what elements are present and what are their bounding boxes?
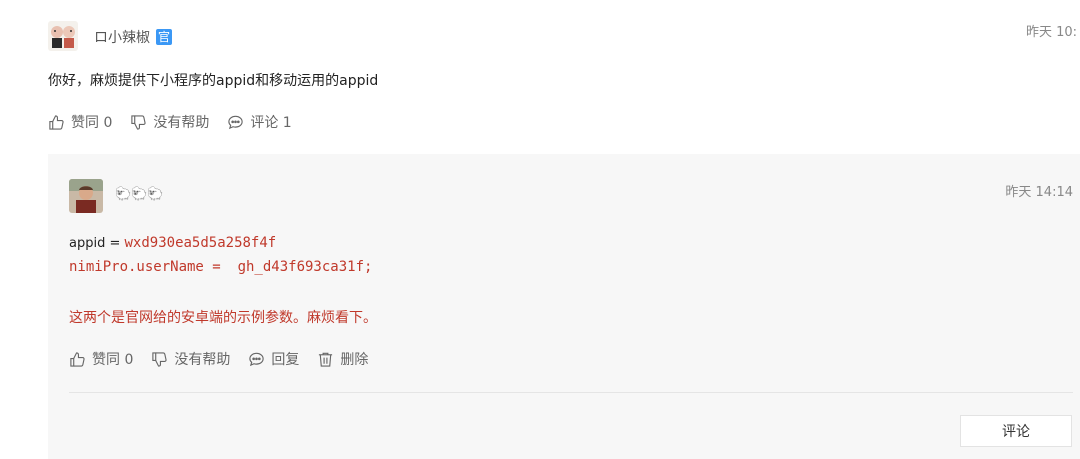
divider (69, 392, 1073, 393)
appid-label: appid = (69, 236, 125, 251)
reply-actions: 赞同 0 没有帮助 回复 删除 (69, 349, 386, 369)
reply-button[interactable]: 回复 (248, 349, 299, 369)
post-content: 你好，麻烦提供下小程序的appid和移动运用的appid (48, 73, 379, 89)
avatar[interactable] (69, 179, 103, 213)
comment-icon (249, 352, 265, 366)
appid-line: appid = wxd930ea5d5a258f4f (69, 231, 1049, 255)
thumbs-up-icon (70, 351, 85, 367)
comment-icon (228, 115, 244, 129)
unhelpful-label: 没有帮助 (153, 115, 210, 131)
delete-button[interactable]: 删除 (317, 349, 368, 369)
like-label: 赞同 0 (92, 352, 134, 368)
reply-note: 这两个是官网给的安卓端的示例参数。麻烦看下。 (69, 310, 377, 326)
author-label: ロ小辣椒 (94, 30, 150, 46)
reply-author-name[interactable]: 🐑🐑🐑 (115, 187, 164, 202)
like-button[interactable]: 赞同 0 (69, 349, 133, 369)
post-actions: 赞同 0 没有帮助 评论 1 (48, 112, 310, 132)
reply-label: 回复 (271, 352, 300, 368)
like-label: 赞同 0 (71, 115, 113, 131)
avatar[interactable] (48, 21, 78, 51)
author-name[interactable]: ロ小辣椒 官 (94, 27, 173, 47)
thumbs-down-icon (131, 114, 146, 130)
unhelpful-button[interactable]: 没有帮助 (130, 112, 209, 132)
thumbs-down-icon (152, 351, 167, 367)
official-badge: 官 (156, 29, 173, 45)
reply-card: 🐑🐑🐑 昨天 14:14 appid = wxd930ea5d5a258f4f … (48, 154, 1080, 459)
username-line: nimiPro.userName = gh_d43f693ca31f; (69, 259, 373, 275)
delete-label: 删除 (340, 352, 369, 368)
reply-header: 🐑🐑🐑 昨天 14:14 (69, 179, 1073, 213)
unhelpful-button[interactable]: 没有帮助 (151, 349, 230, 369)
discussion-page: ロ小辣椒 官 昨天 10: 你好，麻烦提供下小程序的appid和移动运用的app… (0, 0, 1080, 459)
comment-toggle[interactable]: 评论 1 (227, 112, 292, 132)
reply-body: appid = wxd930ea5d5a258f4f nimiPro.userN… (69, 231, 1049, 327)
post-timestamp: 昨天 10: (1026, 25, 1078, 40)
unhelpful-label: 没有帮助 (174, 352, 231, 368)
appid-value: wxd930ea5d5a258f4f (124, 235, 277, 251)
trash-icon (319, 352, 333, 367)
post-header: ロ小辣椒 官 昨天 10: (48, 21, 1080, 51)
comment-button[interactable]: 评论 (960, 415, 1072, 447)
like-button[interactable]: 赞同 0 (48, 112, 112, 132)
comment-label: 评论 1 (250, 115, 292, 131)
thumbs-up-icon (49, 114, 64, 130)
reply-timestamp: 昨天 14:14 (1005, 185, 1073, 200)
